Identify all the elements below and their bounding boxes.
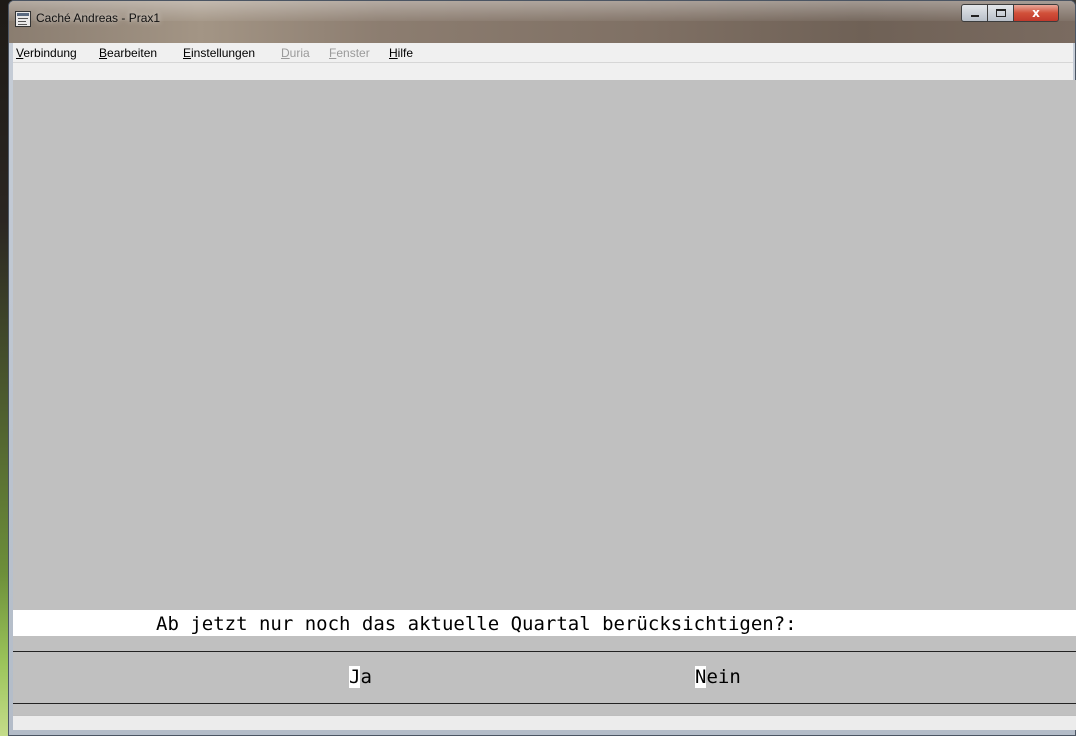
terminal-screen[interactable]: Ab jetzt nur noch das aktuelle Quartal b… bbox=[13, 80, 1076, 730]
close-button[interactable]: x bbox=[1013, 4, 1059, 22]
menu-bar: Verbindung Bearbeiten Einstellungen Duri… bbox=[13, 43, 1073, 63]
menu-hilfe[interactable]: Hilfe bbox=[389, 46, 413, 60]
menu-bearbeiten-mnemonic: B bbox=[99, 46, 108, 60]
title-bar-sheen bbox=[9, 1, 1075, 21]
option-ja[interactable]: Ja bbox=[349, 666, 372, 688]
menu-hilfe-mnemonic: H bbox=[389, 46, 398, 60]
menu-bearbeiten[interactable]: Bearbeiten bbox=[99, 46, 157, 60]
option-nein[interactable]: Nein bbox=[695, 666, 741, 688]
menu-einstellungen[interactable]: Einstellungen bbox=[183, 46, 255, 60]
minimize-icon bbox=[971, 15, 979, 17]
option-nein-hotkey: N bbox=[695, 666, 707, 688]
maximize-icon bbox=[996, 9, 1006, 17]
status-strip bbox=[13, 715, 1076, 730]
title-bar[interactable]: Caché Andreas - Prax1 x bbox=[9, 1, 1075, 43]
minimize-button[interactable] bbox=[961, 4, 988, 22]
menu-bearbeiten-label: earbeiten bbox=[107, 46, 158, 60]
toolbar-strip bbox=[13, 63, 1073, 81]
option-ja-label: a bbox=[360, 666, 372, 688]
prompt-band: Ab jetzt nur noch das aktuelle Quartal b… bbox=[13, 610, 1076, 636]
terminal-app-icon[interactable] bbox=[15, 11, 31, 27]
menu-verbindung[interactable]: Verbindung bbox=[16, 46, 77, 60]
divider-top bbox=[13, 651, 1076, 652]
divider-bottom bbox=[13, 703, 1076, 704]
menu-duria-label: uria bbox=[289, 46, 310, 60]
window-title: Caché Andreas - Prax1 bbox=[36, 11, 161, 25]
menu-einstellungen-mnemonic: E bbox=[183, 46, 192, 60]
option-nein-label: ein bbox=[706, 666, 741, 688]
menu-duria-mnemonic: D bbox=[281, 46, 290, 60]
close-icon: x bbox=[1032, 6, 1040, 20]
maximize-button[interactable] bbox=[987, 4, 1014, 22]
menu-duria[interactable]: Duria bbox=[281, 46, 310, 60]
menu-verbindung-label: erbindung bbox=[23, 46, 77, 60]
menu-einstellungen-label: instellungen bbox=[191, 46, 256, 60]
menu-hilfe-label: ilfe bbox=[397, 46, 414, 60]
menu-fenster-label: enster bbox=[336, 46, 370, 60]
option-ja-hotkey: J bbox=[349, 666, 361, 688]
prompt-question: Ab jetzt nur noch das aktuelle Quartal b… bbox=[156, 613, 797, 635]
menu-fenster[interactable]: Fenster bbox=[329, 46, 370, 60]
